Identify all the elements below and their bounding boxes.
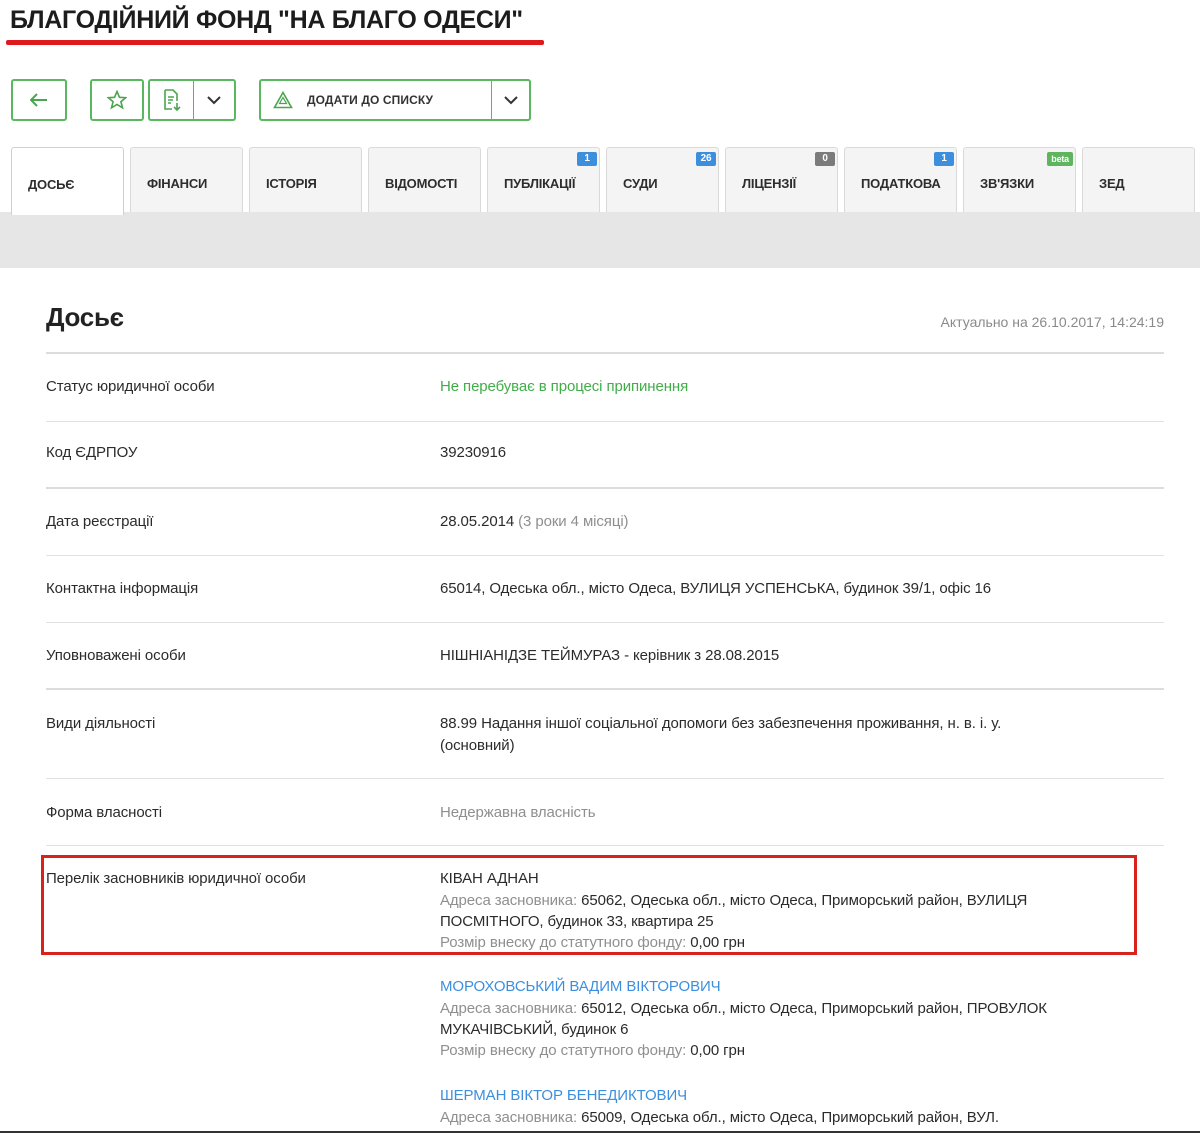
divider xyxy=(46,778,1164,779)
warning-triangle-icon xyxy=(273,91,293,109)
tab-publications[interactable]: ПУБЛІКАЦІЇ 1 xyxy=(487,147,600,212)
registration-date: 28.05.2014 xyxy=(440,513,515,530)
activities-label: Види діяльності xyxy=(46,715,156,732)
chevron-down-icon xyxy=(503,95,518,105)
company-title: БЛАГОДІЙНИЙ ФОНД "НА БЛАГО ОДЕСИ" xyxy=(10,6,523,34)
tab-label: ВІДОМОСТІ xyxy=(385,175,458,191)
founder-item: КІВАН АДНАН Адреса засновника: 65062, Од… xyxy=(440,868,1140,953)
contact-label: Контактна інформація xyxy=(46,580,199,597)
export-dropdown-button[interactable] xyxy=(193,79,236,121)
founder-address: Адреса засновника: 65012, Одеська обл., … xyxy=(440,1000,1047,1017)
founder-link[interactable]: ШЕРМАН ВІКТОР БЕНЕДИКТОВИЧ xyxy=(440,1085,1140,1107)
section-title: Досьє xyxy=(46,302,124,332)
authorized-persons-label: Уповноважені особи xyxy=(46,647,186,664)
founder-capital: Розмір внеску до статутного фонду: 0,00 … xyxy=(440,1042,745,1059)
divider xyxy=(46,555,1164,556)
arrow-left-icon xyxy=(30,93,48,107)
authorized-persons-value: НІШНІАНІДЗЕ ТЕЙМУРАЗ - керівник з 28.08.… xyxy=(440,647,780,664)
activities-value: 88.99 Надання іншої соціальної допомоги … xyxy=(440,713,1140,757)
founder-capital: Розмір внеску до статутного фонду: 0,00 … xyxy=(440,934,745,951)
tab-records[interactable]: ВІДОМОСТІ xyxy=(368,147,481,212)
tab-foreign-trade[interactable]: ЗЕД xyxy=(1082,147,1195,212)
founder-item: МОРОХОВСЬКИЙ ВАДИМ ВІКТОРОВИЧ Адреса зас… xyxy=(440,976,1140,1061)
tab-label: ДОСЬЄ xyxy=(28,177,75,192)
add-to-list-label: ДОДАТИ ДО СПИСКУ xyxy=(307,93,434,107)
tab-label: СУДИ xyxy=(623,175,658,191)
ownership-value: Недержавна власність xyxy=(440,804,596,821)
chevron-down-icon xyxy=(207,95,221,105)
count-badge: 26 xyxy=(696,152,716,166)
tab-label: ПОДАТКОВА xyxy=(861,175,941,191)
tabs-strip xyxy=(0,212,1200,268)
tab-dossier[interactable]: ДОСЬЄ xyxy=(11,147,124,215)
registration-date-value: 28.05.2014 (3 роки 4 місяці) xyxy=(440,511,1140,533)
updated-timestamp: Актуально на 26.10.2017, 14:24:19 xyxy=(940,314,1164,330)
tab-label: ЗЕД xyxy=(1099,175,1125,191)
favorite-button[interactable] xyxy=(90,79,144,121)
tab-history[interactable]: ІСТОРІЯ xyxy=(249,147,362,212)
tab-tax[interactable]: ПОДАТКОВА 1 xyxy=(844,147,957,212)
tab-connections[interactable]: ЗВ'ЯЗКИ beta xyxy=(963,147,1076,212)
export-button[interactable] xyxy=(148,79,194,121)
divider xyxy=(46,622,1164,623)
divider xyxy=(46,688,1164,690)
divider xyxy=(46,487,1164,489)
tab-label: ІСТОРІЯ xyxy=(266,175,317,191)
founder-item: ШЕРМАН ВІКТОР БЕНЕДИКТОВИЧ Адреса заснов… xyxy=(440,1085,1140,1128)
divider xyxy=(46,352,1164,354)
count-badge: 1 xyxy=(934,152,954,166)
title-underline xyxy=(6,40,544,45)
beta-badge: beta xyxy=(1047,152,1073,166)
tab-label: ЗВ'ЯЗКИ xyxy=(980,175,1034,191)
tab-label: ПУБЛІКАЦІЇ xyxy=(504,175,576,191)
edrpou-label: Код ЄДРПОУ xyxy=(46,444,138,461)
founder-address: Адреса засновника: 65062, Одеська обл., … xyxy=(440,892,1028,909)
divider xyxy=(46,845,1164,846)
back-button[interactable] xyxy=(11,79,67,121)
contact-value: 65014, Одеська обл., місто Одеса, ВУЛИЦЯ… xyxy=(440,580,992,597)
activity-main: 88.99 Надання іншої соціальної допомоги … xyxy=(440,715,1002,732)
tab-label: ЛІЦЕНЗІЇ xyxy=(742,175,797,191)
registration-date-label: Дата реєстрації xyxy=(46,513,154,530)
founders-label: Перелік засновників юридичної особи xyxy=(46,870,306,887)
add-to-list-button[interactable]: ДОДАТИ ДО СПИСКУ xyxy=(259,79,492,121)
count-badge: 1 xyxy=(577,152,597,166)
add-to-list-dropdown-button[interactable] xyxy=(491,79,531,121)
founder-link[interactable]: МОРОХОВСЬКИЙ ВАДИМ ВІКТОРОВИЧ xyxy=(440,976,1140,998)
status-value: Не перебуває в процесі припинення xyxy=(440,378,689,395)
activity-note: (основний) xyxy=(440,737,515,754)
tab-courts[interactable]: СУДИ 26 xyxy=(606,147,719,212)
tab-label: ФІНАНСИ xyxy=(147,175,208,191)
founder-name: КІВАН АДНАН xyxy=(440,870,539,887)
founder-address: Адреса засновника: 65009, Одеська обл., … xyxy=(440,1109,999,1126)
bottom-edge xyxy=(0,1131,1200,1133)
edrpou-value: 39230916 xyxy=(440,444,506,461)
divider xyxy=(46,421,1164,422)
tab-licenses[interactable]: ЛІЦЕНЗІЇ 0 xyxy=(725,147,838,212)
founder-address-cont: МУКАЧІВСЬКИЙ, будинок 6 xyxy=(440,1021,629,1038)
status-label: Статус юридичної особи xyxy=(46,378,215,395)
founder-address-cont: ПОСМІТНОГО, будинок 33, квартира 25 xyxy=(440,913,714,930)
tab-finance[interactable]: ФІНАНСИ xyxy=(130,147,243,212)
registration-age: (3 роки 4 місяці) xyxy=(518,513,629,530)
star-icon xyxy=(107,90,127,110)
export-icon xyxy=(162,89,182,111)
ownership-label: Форма власності xyxy=(46,804,162,821)
count-badge: 0 xyxy=(815,152,835,166)
